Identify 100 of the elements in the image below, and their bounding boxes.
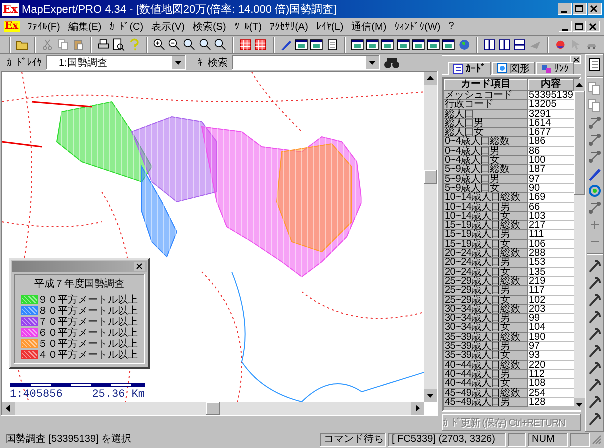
field-value-cell[interactable]: 108	[528, 379, 574, 388]
menu-item[interactable]: 通信(M)	[348, 18, 391, 34]
map-drawing[interactable]	[2, 72, 424, 402]
menu-item[interactable]: ｱｸｾｻﾘ(A)	[266, 20, 312, 34]
menu-item[interactable]: 表示(V)	[148, 18, 189, 34]
field-value-cell[interactable]: 288	[528, 249, 574, 258]
pickaxe-icon[interactable]	[586, 309, 602, 325]
magnifier-icon[interactable]	[198, 36, 212, 52]
close-icon[interactable]	[134, 262, 145, 271]
columns-icon[interactable]	[482, 36, 496, 52]
field-value-cell[interactable]: 53395139	[528, 91, 574, 100]
magnifier-icon[interactable]	[183, 36, 197, 52]
window-icon[interactable]	[442, 36, 456, 52]
minimize-icon[interactable]	[558, 3, 572, 15]
node-icon[interactable]	[586, 149, 602, 165]
field-value-cell[interactable]: 217	[528, 221, 574, 230]
window-icon[interactable]	[396, 36, 410, 52]
close-icon[interactable]	[572, 56, 581, 64]
field-value-cell[interactable]: 153	[528, 258, 574, 268]
field-value-cell[interactable]: 13205	[528, 100, 574, 110]
window-icon[interactable]	[427, 36, 440, 52]
menu-item[interactable]: ﾌｧｲﾙ(F)	[24, 20, 64, 34]
pickaxe-icon[interactable]	[586, 292, 602, 308]
key-search-field[interactable]	[232, 55, 380, 70]
pickaxe-icon[interactable]	[586, 275, 602, 291]
legend-label: ７０平方メートル以上	[38, 316, 138, 328]
maximize-icon[interactable]	[573, 3, 587, 15]
scroll-down-icon[interactable]	[574, 398, 584, 410]
field-value-cell[interactable]: 1677	[528, 128, 574, 138]
scale-ratio: 1:405856	[10, 389, 63, 401]
field-value-cell[interactable]: 100	[528, 156, 574, 166]
document-icon[interactable]	[326, 36, 339, 52]
field-value-cell[interactable]: 111	[528, 230, 574, 240]
menu-item[interactable]: ﾂｰﾙ(T)	[230, 20, 266, 34]
legend-label: ４０平方メートル以上	[38, 348, 138, 362]
field-value-cell[interactable]: 104	[528, 323, 574, 333]
menu-item[interactable]: 検索(S)	[188, 18, 230, 34]
pen-icon[interactable]	[586, 166, 602, 182]
scroll-up-icon[interactable]	[424, 72, 437, 85]
window-icon[interactable]	[310, 36, 324, 52]
window-icon[interactable]	[366, 36, 380, 52]
panel-tab[interactable]: 図形	[492, 62, 535, 74]
node-icon[interactable]	[586, 200, 602, 216]
window-icon[interactable]	[381, 36, 395, 52]
status-num: NUM	[528, 433, 568, 447]
maximize-icon[interactable]	[573, 21, 586, 32]
pickaxe-icon[interactable]	[586, 411, 602, 427]
menu-item[interactable]: 編集(E)	[64, 18, 106, 34]
pickaxe-icon[interactable]	[586, 394, 602, 410]
zoom-in-icon[interactable]	[152, 36, 166, 52]
window-icon[interactable]	[350, 36, 364, 52]
menu-item[interactable]: ｳｨﾝﾄﾞｳ(W)	[390, 20, 445, 34]
scroll-left-icon[interactable]	[2, 402, 15, 415]
node-icon[interactable]	[586, 115, 602, 131]
scroll-up-icon[interactable]	[574, 79, 584, 91]
legend-label: ９０平方メートル以上	[38, 294, 138, 306]
minimize-icon[interactable]	[559, 21, 572, 32]
grid-icon[interactable]	[254, 36, 268, 52]
column-header[interactable]: カード項目	[444, 79, 528, 91]
panel-tab[interactable]: ｶｰﾄﾞ	[448, 62, 491, 75]
legend-label: ６０平方メートル以上	[38, 326, 138, 338]
pickaxe-icon[interactable]	[586, 377, 602, 393]
pickaxe-icon[interactable]	[586, 326, 602, 342]
zoom-out-icon[interactable]	[168, 36, 182, 52]
rows-icon[interactable]	[513, 36, 527, 52]
field-value-cell[interactable]: 186	[528, 137, 574, 147]
grid-icon[interactable]	[239, 36, 252, 52]
scroll-right-icon[interactable]	[411, 402, 424, 415]
column-header[interactable]: 内容	[528, 79, 574, 91]
copy-icon[interactable]	[586, 98, 602, 114]
field-name-cell: 45~49歳人口男	[444, 398, 528, 408]
pickaxe-icon[interactable]	[586, 360, 602, 376]
window-icon[interactable]	[412, 36, 426, 52]
scroll-down-icon[interactable]	[424, 389, 437, 402]
field-value-cell[interactable]: 169	[528, 193, 574, 203]
pickaxe-icon[interactable]	[586, 258, 602, 274]
document-icon[interactable]	[586, 57, 602, 73]
copy-icon[interactable]	[56, 36, 70, 52]
scroll-thumb[interactable]	[206, 402, 220, 415]
binoculars-icon[interactable]	[384, 56, 400, 70]
resize-grip-icon[interactable]	[592, 435, 602, 445]
menu-item[interactable]: ｶｰﾄﾞ(C)	[106, 20, 148, 34]
layer-dropdown[interactable]: 1:国勢調査	[46, 55, 186, 70]
status-pane	[508, 433, 526, 447]
field-value-cell[interactable]: 97	[528, 342, 574, 352]
menu-item[interactable]: ?	[444, 20, 458, 33]
field-value-cell[interactable]: 117	[528, 286, 574, 296]
scroll-thumb[interactable]	[574, 91, 584, 195]
print-preview-icon[interactable]	[112, 36, 126, 52]
columns-icon[interactable]	[498, 36, 512, 52]
legend-title: 平成７年度国勢調査	[34, 278, 126, 291]
magnifier-icon[interactable]	[214, 36, 228, 52]
field-value-cell[interactable]: 93	[528, 351, 574, 361]
pickaxe-icon[interactable]	[586, 343, 602, 359]
node-icon[interactable]	[586, 132, 602, 148]
scroll-thumb[interactable]	[424, 170, 437, 184]
window-icon[interactable]	[294, 36, 308, 52]
field-value-cell[interactable]: 187	[528, 165, 574, 175]
field-value-cell[interactable]: 99	[528, 314, 574, 324]
menu-item[interactable]: ﾚｲﾔ(L)	[312, 20, 348, 34]
